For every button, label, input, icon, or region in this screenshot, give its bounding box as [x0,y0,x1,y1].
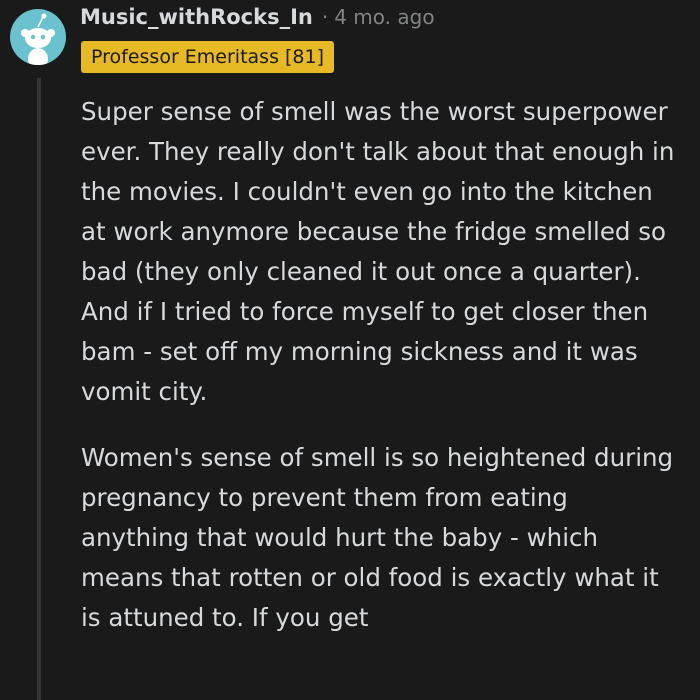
user-flair-badge: Professor Emeritass [81] [81,41,335,73]
timestamp[interactable]: 4 mo. ago [334,5,434,29]
comment-body: Super sense of smell was the worst super… [81,92,681,664]
thread-line[interactable] [37,78,41,700]
comment: Music_withRocks_In · 4 mo. ago Professor… [0,0,700,700]
separator-dot: · [321,5,329,29]
snoo-avatar-icon[interactable] [10,9,66,65]
comment-header: Music_withRocks_In · 4 mo. ago [80,2,435,32]
username-link[interactable]: Music_withRocks_In [80,5,313,29]
comment-paragraph: Women's sense of smell is so heightened … [81,443,674,632]
comment-paragraph: Super sense of smell was the worst super… [81,97,675,406]
